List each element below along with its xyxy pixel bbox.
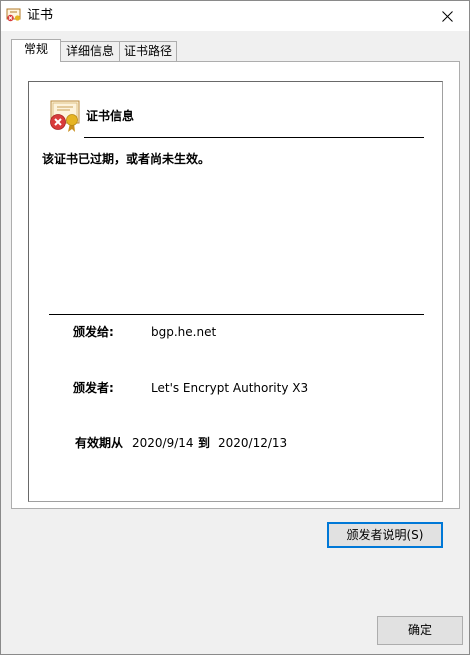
tab-details[interactable]: 详细信息 bbox=[60, 41, 120, 61]
certificate-dialog: 证书 常规 详细信息 证书路径 证书信息 该证书已过期，或者尚未生效。 颁发给:… bbox=[0, 0, 470, 655]
title-bar: 证书 bbox=[1, 1, 469, 31]
ok-button[interactable]: 确定 bbox=[377, 616, 463, 645]
certificate-info-frame: 证书信息 该证书已过期，或者尚未生效。 颁发给: bgp.he.net 颁发者:… bbox=[28, 81, 443, 502]
tab-label: 详细信息 bbox=[65, 44, 114, 58]
issued-by-value: Let's Encrypt Authority X3 bbox=[151, 381, 309, 395]
close-icon bbox=[441, 10, 453, 22]
valid-to-value: 2020/12/13 bbox=[218, 436, 288, 450]
section-title: 证书信息 bbox=[86, 109, 135, 123]
general-tab-panel: 证书信息 该证书已过期，或者尚未生效。 颁发给: bgp.he.net 颁发者:… bbox=[11, 61, 460, 509]
tab-label: 证书路径 bbox=[123, 44, 172, 58]
title-divider bbox=[84, 137, 424, 138]
certificate-error-icon bbox=[50, 100, 80, 132]
valid-to-label: 到 bbox=[198, 436, 211, 450]
issuer-statement-button[interactable]: 颁发者说明(S) bbox=[327, 522, 443, 548]
valid-from-value: 2020/9/14 bbox=[132, 436, 194, 450]
certificate-icon bbox=[6, 8, 21, 22]
issued-by-label: 颁发者: bbox=[73, 381, 114, 395]
issued-to-label: 颁发给: bbox=[73, 325, 114, 339]
button-label: 颁发者说明(S) bbox=[346, 528, 424, 542]
tab-general[interactable]: 常规 bbox=[11, 39, 61, 62]
window-title: 证书 bbox=[27, 8, 54, 23]
close-button[interactable] bbox=[425, 1, 469, 31]
tab-certification-path[interactable]: 证书路径 bbox=[119, 41, 177, 61]
valid-from-label: 有效期从 bbox=[75, 436, 124, 450]
issued-to-value: bgp.he.net bbox=[151, 325, 217, 339]
button-label: 确定 bbox=[407, 623, 432, 637]
status-message: 该证书已过期，或者尚未生效。 bbox=[42, 152, 211, 166]
tab-label: 常规 bbox=[23, 42, 48, 56]
details-divider bbox=[49, 314, 424, 315]
